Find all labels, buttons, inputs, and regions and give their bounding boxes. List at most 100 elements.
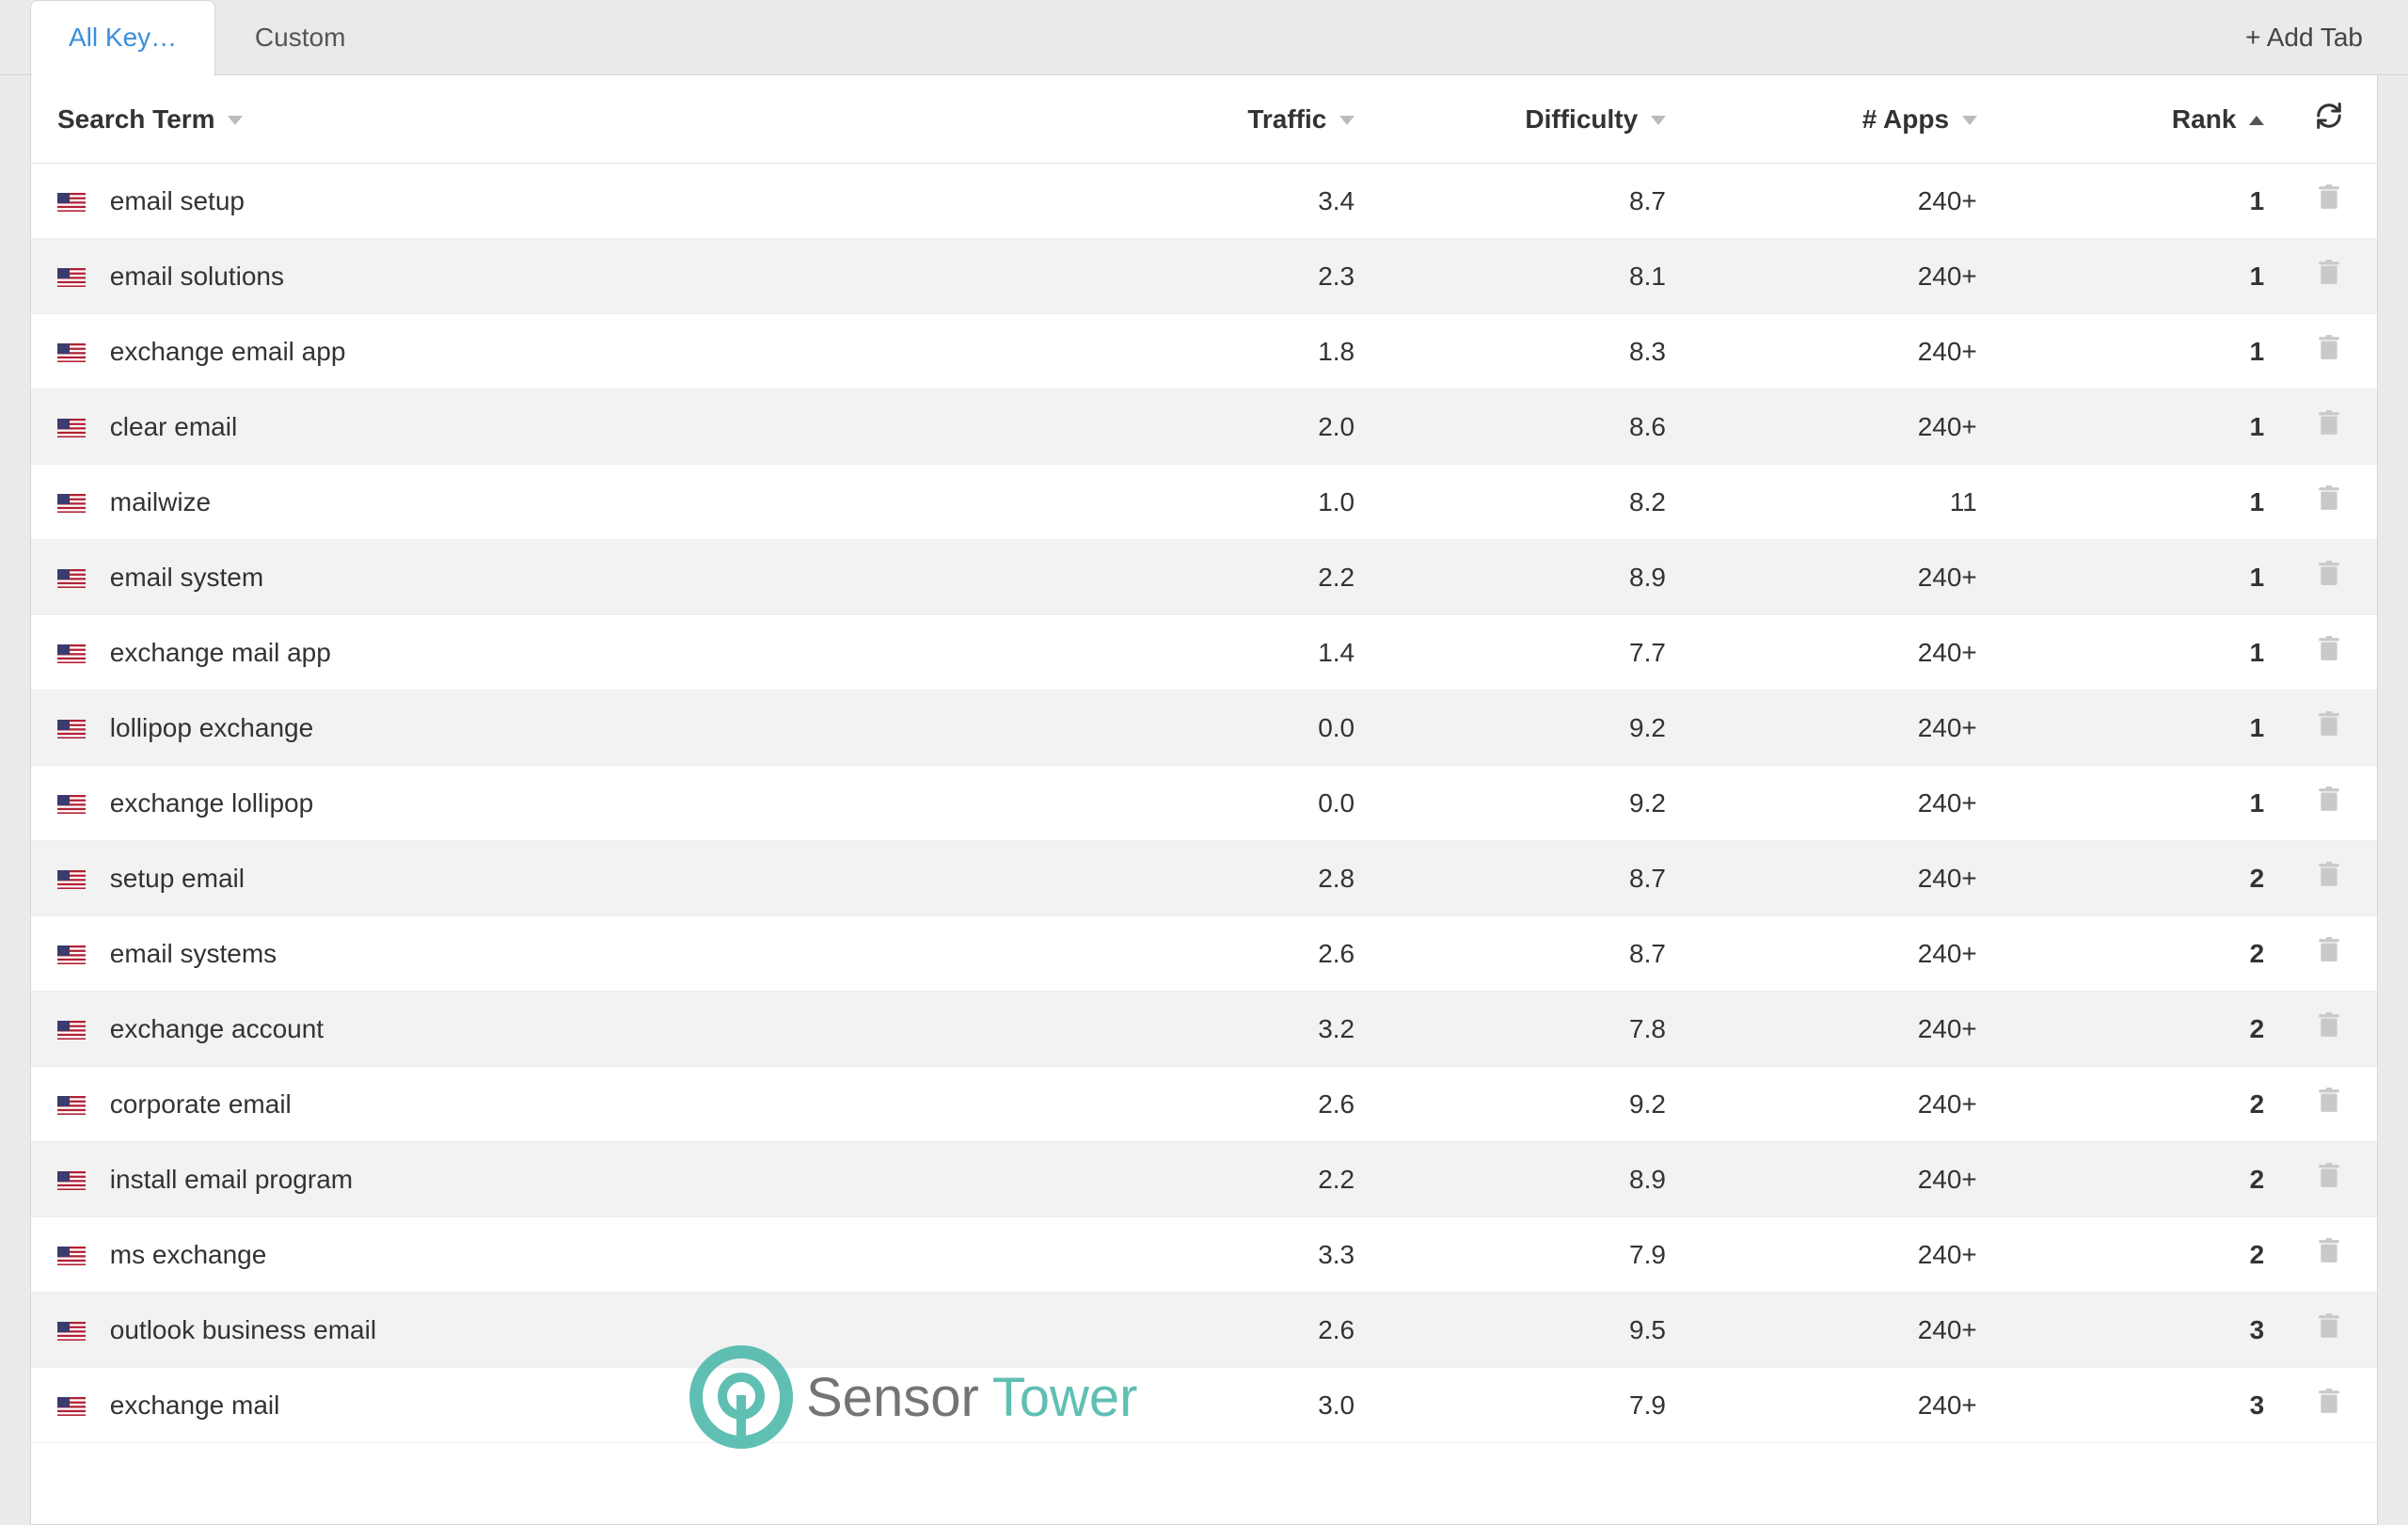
- cell-apps: 240+: [1683, 164, 1994, 239]
- table-body: email setup 3.4 8.7 240+ 1: [31, 164, 2377, 1443]
- cell-delete: [2281, 841, 2377, 916]
- us-flag-icon: [57, 268, 86, 287]
- add-tab-label: + Add Tab: [2245, 23, 2363, 53]
- header-label: Difficulty: [1525, 104, 1638, 134]
- trash-icon[interactable]: [2317, 1313, 2341, 1340]
- app-root: All Key… Custom + Add Tab Search Term: [0, 0, 2408, 1525]
- table-row: exchange mail 3.0 7.9 240+ 3: [31, 1368, 2377, 1443]
- trash-icon[interactable]: [2317, 711, 2341, 738]
- cell-traffic: 2.6: [1085, 1293, 1371, 1368]
- trash-icon[interactable]: [2317, 561, 2341, 587]
- search-term-text: exchange account: [110, 1014, 324, 1043]
- column-header-search-term[interactable]: Search Term: [31, 75, 1085, 164]
- cell-search-term[interactable]: exchange account: [31, 992, 1085, 1067]
- cell-apps: 240+: [1683, 841, 1994, 916]
- cell-search-term[interactable]: exchange mail: [31, 1368, 1085, 1443]
- column-header-traffic[interactable]: Traffic: [1085, 75, 1371, 164]
- trash-icon[interactable]: [2317, 1163, 2341, 1189]
- cell-delete: [2281, 239, 2377, 314]
- cell-delete: [2281, 992, 2377, 1067]
- cell-delete: [2281, 540, 2377, 615]
- search-term-text: ms exchange: [110, 1240, 267, 1269]
- tab-label: All Key…: [69, 23, 177, 53]
- cell-traffic: 1.4: [1085, 615, 1371, 691]
- keyword-panel: Search Term Traffic Difficulty # Apps: [30, 75, 2378, 1525]
- cell-delete: [2281, 389, 2377, 465]
- trash-icon[interactable]: [2317, 862, 2341, 888]
- cell-difficulty: 8.9: [1371, 540, 1683, 615]
- us-flag-icon: [57, 569, 86, 588]
- cell-search-term[interactable]: exchange lollipop: [31, 766, 1085, 841]
- cell-rank: 2: [1994, 1067, 2281, 1142]
- cell-search-term[interactable]: email setup: [31, 164, 1085, 239]
- cell-rank: 1: [1994, 615, 2281, 691]
- cell-search-term[interactable]: exchange mail app: [31, 615, 1085, 691]
- cell-search-term[interactable]: email systems: [31, 916, 1085, 992]
- sort-caret-down-icon: [1339, 116, 1354, 125]
- trash-icon[interactable]: [2317, 260, 2341, 286]
- us-flag-icon: [57, 343, 86, 362]
- header-label: # Apps: [1862, 104, 1949, 134]
- trash-icon[interactable]: [2317, 1238, 2341, 1264]
- cell-search-term[interactable]: email solutions: [31, 239, 1085, 314]
- cell-rank: 1: [1994, 766, 2281, 841]
- us-flag-icon: [57, 419, 86, 437]
- table-row: outlook business email 2.6 9.5 240+ 3: [31, 1293, 2377, 1368]
- trash-icon[interactable]: [2317, 335, 2341, 361]
- cell-apps: 240+: [1683, 1293, 1994, 1368]
- cell-search-term[interactable]: email system: [31, 540, 1085, 615]
- cell-search-term[interactable]: ms exchange: [31, 1217, 1085, 1293]
- cell-delete: [2281, 615, 2377, 691]
- cell-rank: 2: [1994, 1217, 2281, 1293]
- cell-search-term[interactable]: setup email: [31, 841, 1085, 916]
- add-tab-button[interactable]: + Add Tab: [2245, 0, 2378, 74]
- trash-icon[interactable]: [2317, 410, 2341, 437]
- us-flag-icon: [57, 720, 86, 739]
- cell-search-term[interactable]: exchange email app: [31, 314, 1085, 389]
- cell-difficulty: 7.7: [1371, 615, 1683, 691]
- cell-search-term[interactable]: outlook business email: [31, 1293, 1085, 1368]
- cell-difficulty: 9.2: [1371, 766, 1683, 841]
- cell-rank: 1: [1994, 314, 2281, 389]
- cell-delete: [2281, 465, 2377, 540]
- us-flag-icon: [57, 945, 86, 964]
- search-term-text: lollipop exchange: [110, 713, 313, 742]
- trash-icon[interactable]: [2317, 1012, 2341, 1039]
- cell-difficulty: 8.7: [1371, 841, 1683, 916]
- cell-difficulty: 8.1: [1371, 239, 1683, 314]
- cell-traffic: 2.2: [1085, 1142, 1371, 1217]
- cell-search-term[interactable]: install email program: [31, 1142, 1085, 1217]
- column-header-apps[interactable]: # Apps: [1683, 75, 1994, 164]
- trash-icon[interactable]: [2317, 636, 2341, 662]
- table-row: email solutions 2.3 8.1 240+ 1: [31, 239, 2377, 314]
- cell-delete: [2281, 164, 2377, 239]
- cell-difficulty: 8.6: [1371, 389, 1683, 465]
- tab-all-keywords[interactable]: All Key…: [30, 0, 215, 74]
- cell-difficulty: 7.9: [1371, 1217, 1683, 1293]
- us-flag-icon: [57, 795, 86, 814]
- header-label: Traffic: [1247, 104, 1326, 134]
- column-header-rank[interactable]: Rank: [1994, 75, 2281, 164]
- cell-rank: 2: [1994, 841, 2281, 916]
- refresh-button[interactable]: [2281, 75, 2377, 164]
- cell-search-term[interactable]: clear email: [31, 389, 1085, 465]
- cell-difficulty: 7.8: [1371, 992, 1683, 1067]
- trash-icon[interactable]: [2317, 1389, 2341, 1415]
- cell-search-term[interactable]: corporate email: [31, 1067, 1085, 1142]
- trash-icon[interactable]: [2317, 937, 2341, 963]
- trash-icon[interactable]: [2317, 485, 2341, 512]
- cell-traffic: 2.0: [1085, 389, 1371, 465]
- cell-difficulty: 9.5: [1371, 1293, 1683, 1368]
- cell-delete: [2281, 1142, 2377, 1217]
- trash-icon[interactable]: [2317, 786, 2341, 813]
- cell-search-term[interactable]: mailwize: [31, 465, 1085, 540]
- tab-custom[interactable]: Custom: [215, 0, 385, 74]
- cell-search-term[interactable]: lollipop exchange: [31, 691, 1085, 766]
- trash-icon[interactable]: [2317, 1088, 2341, 1114]
- refresh-icon: [2315, 102, 2343, 130]
- cell-apps: 240+: [1683, 239, 1994, 314]
- column-header-difficulty[interactable]: Difficulty: [1371, 75, 1683, 164]
- trash-icon[interactable]: [2317, 184, 2341, 211]
- table-row: clear email 2.0 8.6 240+ 1: [31, 389, 2377, 465]
- cell-apps: 240+: [1683, 1368, 1994, 1443]
